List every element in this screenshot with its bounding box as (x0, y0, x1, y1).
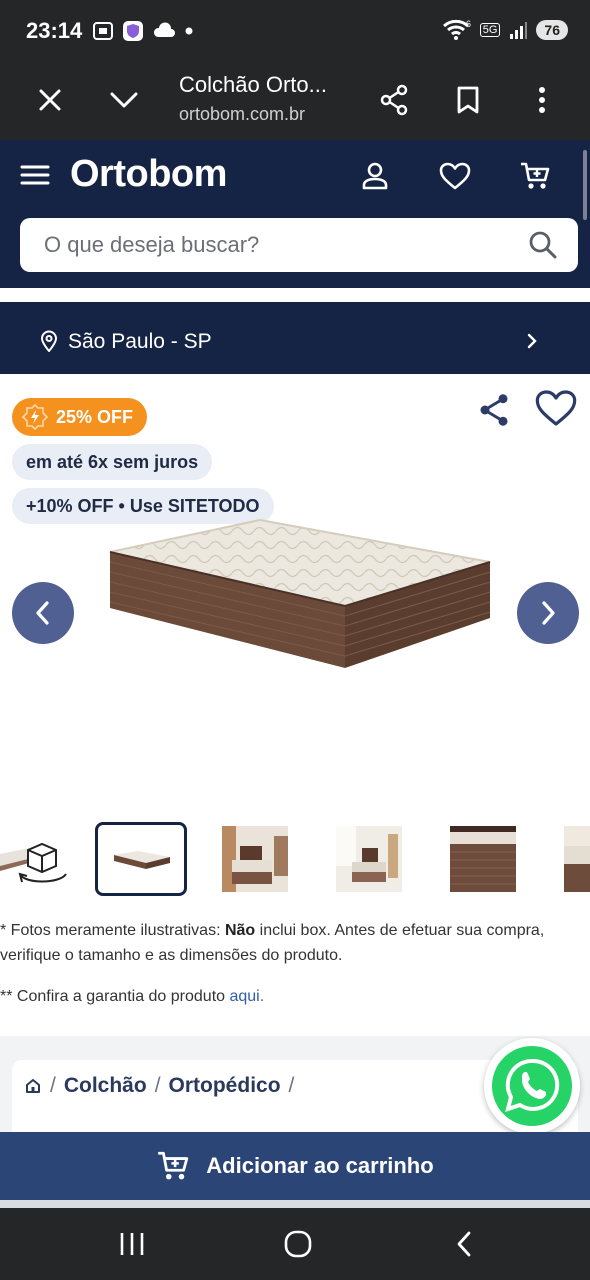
home-nav-icon (284, 1230, 312, 1258)
warranty-note: ** Confira a garantia do produto aqui. (0, 988, 265, 1005)
product-image[interactable] (100, 510, 500, 680)
android-nav-bar (0, 1208, 590, 1280)
user-icon (362, 162, 388, 190)
location-label: São Paulo - SP (68, 330, 212, 353)
bookmark-button[interactable] (448, 80, 488, 120)
chevron-left-icon (36, 601, 49, 625)
add-to-cart-button[interactable]: Adicionar ao carrinho (0, 1132, 590, 1200)
bookmark-icon (457, 86, 479, 114)
chevron-right-icon (542, 601, 555, 625)
status-time: 23:14 (26, 18, 83, 43)
signal-icon (510, 22, 528, 39)
whatsapp-icon (492, 1046, 572, 1126)
discount-badge-label: 25% OFF (56, 406, 134, 427)
share-button[interactable] (374, 80, 414, 120)
location-bar[interactable]: São Paulo - SP (0, 302, 590, 374)
wifi-badge: 6 (466, 19, 471, 29)
breadcrumb-item-ortopedico[interactable]: Ortopédico (169, 1074, 281, 1098)
breadcrumb-item-colchao[interactable]: Colchão (64, 1074, 147, 1098)
menu-icon (20, 165, 50, 185)
thumbnail-4[interactable] (450, 826, 516, 892)
thumbnail-1[interactable] (95, 822, 187, 896)
recent-apps-icon (120, 1233, 144, 1255)
screenshot-icon (93, 22, 113, 40)
heart-icon (439, 162, 471, 190)
chevron-right-icon (527, 333, 537, 349)
back-button[interactable] (444, 1226, 484, 1262)
close-button[interactable] (30, 80, 70, 120)
site-logo[interactable]: Ortobom (70, 153, 227, 196)
more-vert-icon (539, 87, 545, 113)
thumbnail-3[interactable] (336, 826, 402, 892)
cart-icon (521, 162, 550, 189)
page-url: ortobom.com.br (179, 104, 306, 124)
search-icon[interactable] (528, 230, 558, 260)
page-scrollbar[interactable] (583, 150, 587, 220)
cart-button[interactable] (517, 158, 553, 194)
installments-pill: em até 6x sem juros (12, 444, 213, 480)
dot-icon (185, 27, 193, 35)
status-bar: 23:14 6 5G 76 (0, 0, 590, 62)
discount-badge: 25% OFF (12, 398, 148, 436)
thumbnail-2[interactable] (222, 826, 288, 892)
breadcrumb-separator: / (50, 1074, 56, 1097)
breadcrumb-separator: / (288, 1074, 295, 1097)
wifi-icon: 6 (442, 19, 471, 40)
wishlist-button[interactable] (437, 158, 473, 194)
search-input[interactable] (20, 218, 578, 272)
vpn-shield-icon (123, 21, 143, 41)
divider (0, 288, 590, 302)
carousel-prev-button[interactable] (12, 582, 74, 644)
breadcrumb-separator: / (154, 1074, 161, 1097)
add-to-cart-label: Adicionar ao carrinho (206, 1153, 434, 1178)
share-icon (480, 394, 508, 426)
home-icon[interactable] (24, 1077, 42, 1095)
network-5g-icon: 5G (479, 23, 501, 37)
account-button[interactable] (357, 158, 393, 194)
whatsapp-button[interactable] (484, 1038, 580, 1134)
back-icon (457, 1231, 471, 1257)
minimize-button[interactable] (104, 80, 144, 120)
page-title: Colchão Orto... (179, 72, 327, 97)
thumbnail-strip (0, 822, 590, 898)
carousel-next-button[interactable] (517, 582, 579, 644)
flash-icon (22, 404, 48, 430)
breadcrumb: / Colchão / Ortopédico / (24, 1074, 294, 1098)
warranty-link[interactable]: aqui. (229, 988, 264, 1005)
cart-icon (158, 1151, 189, 1180)
thumbnail-5[interactable] (564, 826, 590, 892)
menu-button[interactable] (20, 160, 52, 192)
home-nav-button[interactable] (278, 1226, 318, 1262)
battery-icon: 76 (536, 20, 568, 40)
browser-toolbar: Colchão Orto... ortobom.com.br (0, 62, 590, 140)
cta-divider (0, 1200, 590, 1208)
product-share-button[interactable] (476, 392, 512, 428)
chevron-down-icon (110, 92, 138, 108)
more-options-button[interactable] (522, 80, 562, 120)
photo-disclaimer: * Fotos meramente ilustrativas: Não incl… (0, 922, 545, 964)
search-box (20, 218, 578, 272)
installments-label: em até 6x sem juros (26, 451, 199, 472)
cloud-icon (153, 22, 175, 37)
close-icon (39, 89, 61, 111)
heart-icon (535, 390, 577, 426)
pin-icon (40, 330, 58, 352)
share-icon (380, 84, 408, 116)
thumbnail-3d-view[interactable] (0, 826, 70, 892)
product-favorite-button[interactable] (534, 388, 578, 432)
recent-apps-button[interactable] (112, 1226, 152, 1262)
